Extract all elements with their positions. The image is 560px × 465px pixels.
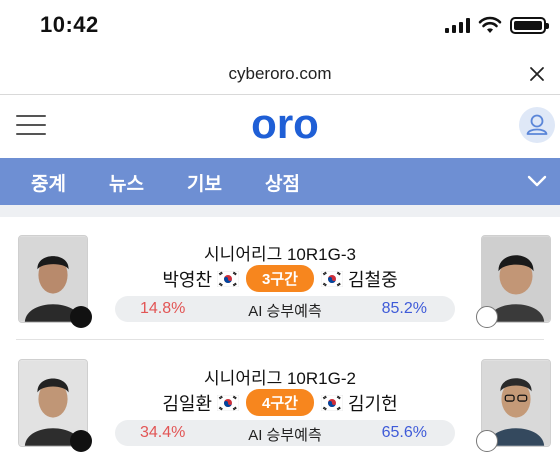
game-card[interactable]: 시니어리그 10R1G-2 김일환 4구간 김기헌 34.4% AI 승부예측 … <box>0 346 560 464</box>
white-stone-icon <box>476 430 498 452</box>
league-title: 시니어리그 10R1G-3 <box>204 245 356 264</box>
signal-icon <box>445 17 470 33</box>
section-divider <box>0 205 560 217</box>
korea-flag-icon <box>320 270 343 287</box>
status-bar: 10:42 <box>0 0 560 55</box>
nav-item-news[interactable]: 뉴스 <box>109 169 144 196</box>
korea-flag-icon <box>320 394 343 411</box>
white-stone-icon <box>476 306 498 328</box>
status-badge: 4구간 <box>246 389 314 416</box>
wifi-icon <box>478 16 502 33</box>
ai-prediction-bar: 14.8% AI 승부예측 85.2% <box>115 296 455 322</box>
white-player-name: 김기헌 <box>347 393 398 414</box>
matchup: 김일환 4구간 김기헌 <box>0 389 560 416</box>
game-card[interactable]: 시니어리그 10R1G-3 박영찬 3구간 김철중 14.8% AI 승부예측 … <box>0 222 560 340</box>
user-icon <box>526 114 548 135</box>
black-player-name: 김일환 <box>162 393 213 414</box>
black-player-name: 박영찬 <box>162 269 213 290</box>
ai-prediction-bar: 34.4% AI 승부예측 65.6% <box>115 420 455 446</box>
url-text[interactable]: cyberoro.com <box>0 64 560 84</box>
oro-logo[interactable]: oro <box>244 105 326 145</box>
black-stone-icon <box>70 430 92 452</box>
nav-item-live[interactable]: 중계 <box>31 169 66 196</box>
status-badge: 3구간 <box>246 265 314 292</box>
divider <box>16 339 544 340</box>
status-icons <box>445 16 549 34</box>
korea-flag-icon <box>217 270 240 287</box>
nav-item-records[interactable]: 기보 <box>187 169 222 196</box>
url-bar[interactable]: cyberoro.com <box>0 55 560 95</box>
korea-flag-icon <box>217 394 240 411</box>
close-icon[interactable] <box>526 63 548 85</box>
battery-icon <box>510 16 549 34</box>
status-time: 10:42 <box>40 12 99 37</box>
white-player-name: 김철중 <box>347 269 398 290</box>
league-title: 시니어리그 10R1G-2 <box>204 369 356 388</box>
white-win-percent: 85.2% <box>381 300 427 317</box>
site-header: oro <box>0 95 560 158</box>
nav-item-shop[interactable]: 상점 <box>265 169 300 196</box>
user-button[interactable] <box>519 107 555 143</box>
chevron-down-icon[interactable] <box>526 171 548 191</box>
white-win-percent: 65.6% <box>381 424 427 441</box>
matchup: 박영찬 3구간 김철중 <box>0 265 560 292</box>
logo-text: oro <box>251 105 319 145</box>
main-nav: 중계 뉴스 기보 상점 <box>0 158 560 205</box>
black-stone-icon <box>70 306 92 328</box>
menu-icon[interactable] <box>16 115 46 137</box>
